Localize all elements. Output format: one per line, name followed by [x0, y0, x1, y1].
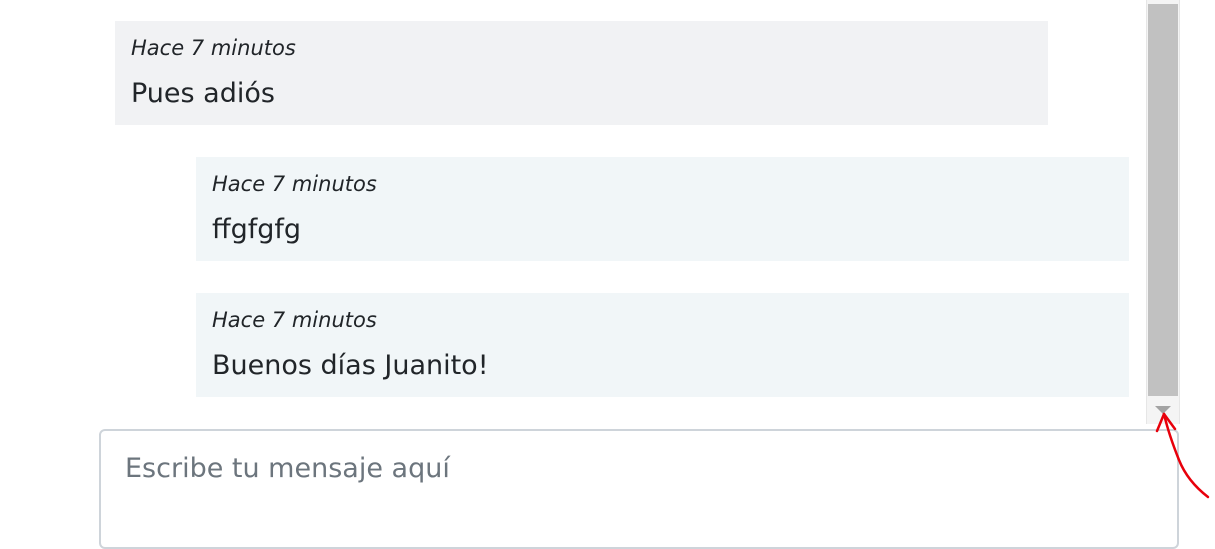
message-bubble-sent: Hace 7 minutos Buenos días Juanito!	[196, 293, 1129, 397]
chat-messages-panel[interactable]: Hace 7 minutos Pues adiós Hace 7 minutos…	[0, 0, 1180, 424]
message-bubble-received: Hace 7 minutos Pues adiós	[115, 21, 1048, 125]
message-bubble-sent: Hace 7 minutos ffgfgfg	[196, 157, 1129, 261]
red-hand-drawn-arrow-icon	[1155, 412, 1210, 499]
vertical-scrollbar[interactable]	[1146, 0, 1180, 424]
message-timestamp: Hace 7 minutos	[212, 172, 377, 196]
message-input[interactable]	[99, 429, 1179, 549]
message-timestamp: Hace 7 minutos	[212, 308, 377, 332]
message-timestamp: Hace 7 minutos	[131, 36, 296, 60]
message-text: Pues adiós	[131, 78, 275, 109]
message-text: ffgfgfg	[212, 214, 302, 245]
scrollbar-thumb[interactable]	[1148, 4, 1178, 396]
message-text: Buenos días Juanito!	[212, 350, 489, 381]
